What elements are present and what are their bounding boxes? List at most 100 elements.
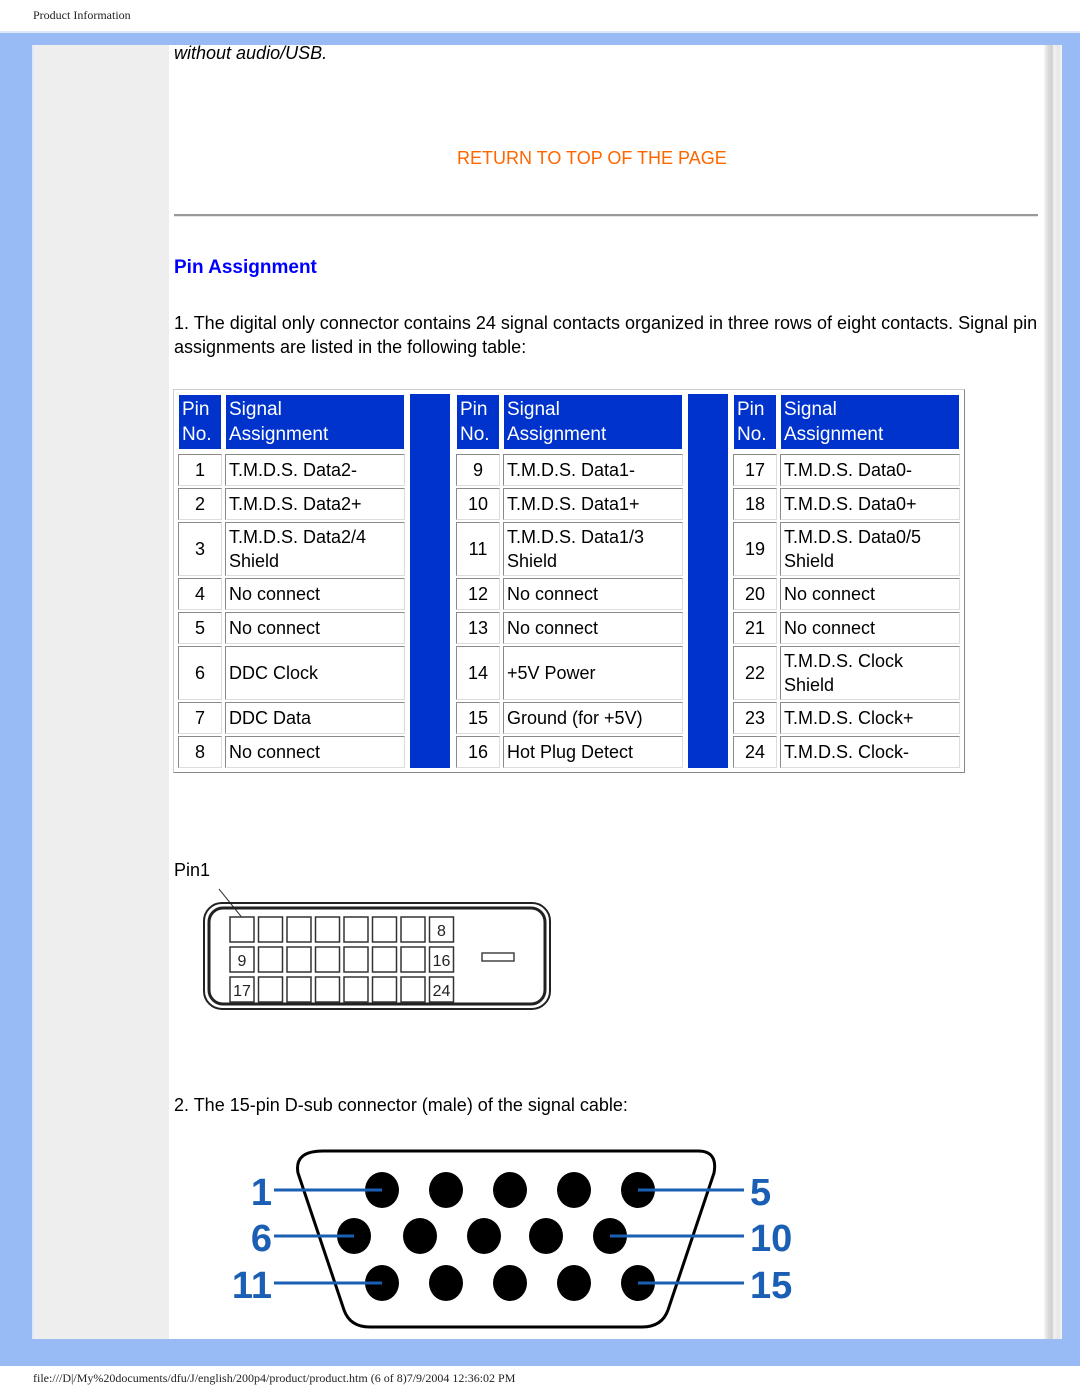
- signal-text: Ground (for +5V): [507, 708, 643, 728]
- signal-cell: T.M.D.S. Data0-: [780, 454, 960, 486]
- vga-pin: [429, 1265, 463, 1301]
- header-signal-text: Signal: [229, 399, 282, 420]
- pin-number-cell: 17: [733, 454, 777, 486]
- header-pin-text: No.: [460, 424, 490, 445]
- signal-text: +5V Power: [507, 663, 596, 683]
- vga-pin: [429, 1172, 463, 1208]
- signal-cell: T.M.D.S. Data2/4 Shield: [225, 522, 405, 576]
- signal-cell: T.M.D.S. Clock-: [780, 736, 960, 768]
- dvi-pin-contact: [371, 916, 398, 943]
- signal-cell: T.M.D.S. Data2-: [225, 454, 405, 486]
- pin-number-cell: 5: [178, 612, 222, 644]
- dvi-pin-contact: [229, 916, 255, 943]
- dvi-pin-label: 17: [233, 983, 251, 1000]
- dvi-pin-contact: [371, 976, 398, 1003]
- header-pin-no: Pin No.: [178, 394, 222, 450]
- pin-number-cell: 16: [456, 736, 500, 768]
- header-signal-text: Signal: [507, 399, 560, 420]
- header-pin-text: No.: [737, 424, 767, 445]
- pin-number-cell: 2: [178, 488, 222, 520]
- vga-pin: [557, 1172, 591, 1208]
- signal-cell: T.M.D.S. Clock+: [780, 702, 960, 734]
- left-column: [34, 45, 169, 1339]
- signal-text: No connect: [229, 618, 321, 638]
- pin-number-cell: 18: [733, 488, 777, 520]
- header-signal-text: Assignment: [507, 424, 607, 445]
- dvi-pin-contact: [400, 976, 426, 1003]
- vga-pin: [467, 1218, 501, 1254]
- pin-number-cell: 14: [456, 646, 500, 700]
- signal-text: No connect: [229, 584, 321, 604]
- signal-text: T.M.D.S. Data1+: [507, 494, 640, 514]
- dvi-pin-label: 8: [437, 923, 446, 940]
- pin-number-cell: 15: [456, 702, 500, 734]
- signal-text: Shield: [507, 551, 558, 571]
- vga-pin-label-left: 1: [251, 1172, 272, 1214]
- signal-cell: DDC Data: [225, 702, 405, 734]
- intro-text: without audio/USB.: [174, 43, 328, 63]
- dvi-pin-contact: [343, 976, 369, 1003]
- pin-assignment-table: Pin No. Signal Assignment 1 T.M.D.S. Data2- 2 T…: [173, 389, 965, 773]
- signal-cell: T.M.D.S. Data0+: [780, 488, 960, 520]
- page-header-title: Product Information: [33, 8, 131, 22]
- signal-text: T.M.D.S. Data2-: [229, 460, 358, 480]
- signal-text: Shield: [784, 551, 835, 571]
- table-divider-bar: [410, 394, 450, 768]
- vga-connector-diagram: 1 56 1011 15: [232, 1149, 792, 1329]
- signal-cell: T.M.D.S. Data1+: [503, 488, 683, 520]
- signal-text: No connect: [507, 618, 599, 638]
- dvi-pin-contact: [343, 916, 369, 943]
- header-signal-assignment: Signal Assignment: [780, 394, 960, 450]
- header-pin-text: Pin: [460, 399, 488, 420]
- dvi-pin-contact: [400, 946, 426, 973]
- signal-text: T.M.D.S. Clock: [784, 651, 904, 671]
- signal-text: T.M.D.S. Data2+: [229, 494, 362, 514]
- signal-cell: T.M.D.S. Data2+: [225, 488, 405, 520]
- dvi-description: 1. The digital only connector contains 2…: [174, 313, 1038, 357]
- signal-cell: No connect: [225, 578, 405, 610]
- signal-text: T.M.D.S. Data1-: [507, 460, 636, 480]
- header-signal-text: Assignment: [784, 424, 884, 445]
- header-signal-assignment: Signal Assignment: [225, 394, 405, 450]
- dvi-pin-label: 9: [238, 953, 247, 970]
- flat-blade-contact: [481, 952, 515, 962]
- pin-number-cell: 8: [178, 736, 222, 768]
- vga-pin-label-left: 11: [232, 1265, 272, 1307]
- header-signal-assignment: Signal Assignment: [503, 394, 683, 450]
- signal-cell: T.M.D.S. Clock Shield: [780, 646, 960, 700]
- signal-cell: No connect: [780, 578, 960, 610]
- signal-text: T.M.D.S. Data0+: [784, 494, 917, 514]
- signal-cell: No connect: [225, 612, 405, 644]
- pin-number-cell: 10: [456, 488, 500, 520]
- return-to-top-link[interactable]: RETURN TO TOP OF THE PAGE: [457, 148, 727, 169]
- footer-file-path: file:///D|/My%20documents/dfu/J/english/…: [33, 1371, 516, 1385]
- vga-pin-label-right: 10: [750, 1218, 792, 1260]
- signal-cell: No connect: [225, 736, 405, 768]
- header-pin-text: No.: [182, 424, 212, 445]
- table-divider-bar: [688, 394, 728, 768]
- vga-pin-label-right: 15: [750, 1265, 792, 1307]
- dvi-pin-contact: [343, 946, 369, 973]
- pin-number-cell: 12: [456, 578, 500, 610]
- signal-cell: DDC Clock: [225, 646, 405, 700]
- vga-pin: [529, 1218, 563, 1254]
- signal-cell: T.M.D.S. Data0/5 Shield: [780, 522, 960, 576]
- dvi-pin-contact: [371, 946, 398, 973]
- section-title: Pin Assignment: [174, 257, 317, 278]
- dvi-pin-contact: [286, 946, 312, 973]
- vga-description: 2. The 15-pin D-sub connector (male) of …: [174, 1095, 628, 1115]
- dvi-pin-label: 16: [433, 953, 451, 970]
- dvi-pin-contact: [257, 976, 284, 1003]
- vga-pin-label-right: 5: [750, 1172, 771, 1214]
- dvi-pin-contact: [314, 916, 341, 943]
- vga-pin: [493, 1172, 527, 1208]
- signal-text: No connect: [507, 584, 599, 604]
- signal-text: No connect: [784, 618, 876, 638]
- pin-number-cell: 4: [178, 578, 222, 610]
- signal-text: T.M.D.S. Clock-: [784, 742, 910, 762]
- dvi-pin-label: 24: [433, 983, 451, 1000]
- signal-text: No connect: [784, 584, 876, 604]
- pin-number-cell: 3: [178, 522, 222, 576]
- dvi-pin-contact: [400, 916, 426, 943]
- header-pin-text: Pin: [737, 399, 765, 420]
